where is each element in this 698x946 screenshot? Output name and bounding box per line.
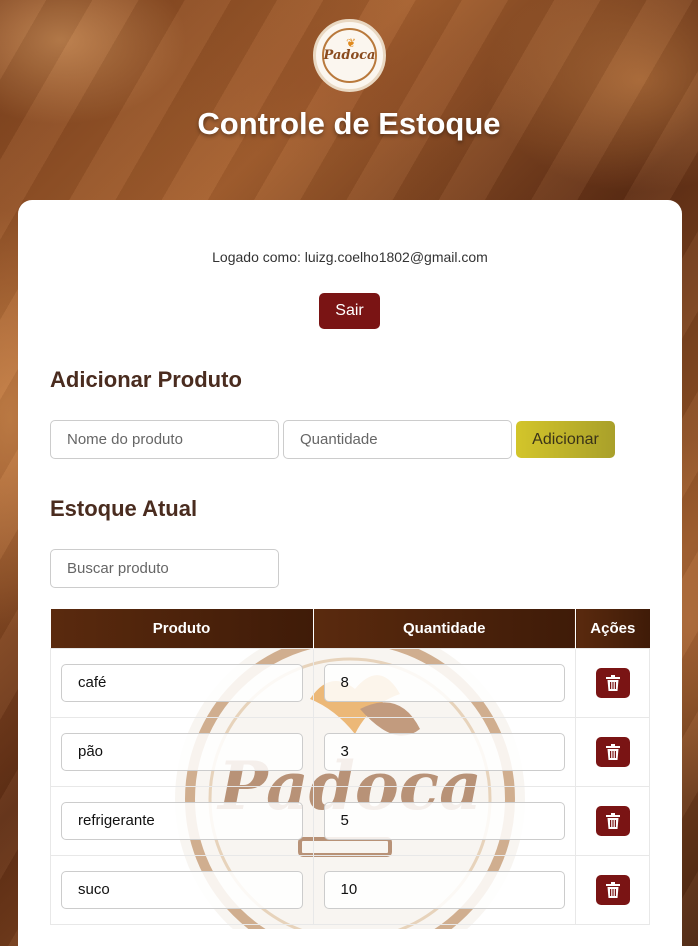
table-row — [50, 647, 650, 718]
product-name-input[interactable] — [50, 420, 279, 459]
product-name-cell-input[interactable] — [61, 801, 303, 840]
product-name-cell-input[interactable] — [61, 732, 303, 771]
inventory-card: Logado como: luizg.coelho1802@gmail.com … — [18, 200, 682, 946]
delete-button[interactable] — [595, 805, 630, 836]
product-quantity-cell-input[interactable] — [323, 801, 566, 840]
table-row — [50, 785, 650, 856]
stock-heading: Estoque Atual — [50, 496, 198, 521]
stock-table: Produto Quantidade Ações — [50, 609, 650, 925]
column-header-product: Produto — [50, 609, 314, 648]
delete-button[interactable] — [595, 874, 630, 905]
product-quantity-cell-input[interactable] — [323, 870, 566, 909]
product-quantity-cell-input[interactable] — [323, 732, 566, 771]
trash-icon — [605, 743, 620, 760]
delete-button[interactable] — [595, 736, 630, 767]
product-name-cell-input[interactable] — [61, 870, 303, 909]
logout-button[interactable]: Sair — [319, 293, 380, 329]
search-input[interactable] — [50, 549, 279, 588]
page-title: Controle de Estoque — [197, 106, 501, 141]
page-header: ❦ Padoca Controle de Estoque — [0, 0, 698, 200]
table-row — [50, 716, 650, 787]
trash-icon — [605, 881, 620, 898]
add-product-button[interactable]: Adicionar — [516, 421, 615, 458]
trash-icon — [605, 812, 620, 829]
delete-button[interactable] — [595, 667, 630, 698]
product-quantity-input[interactable] — [283, 420, 512, 459]
column-header-actions: Ações — [575, 609, 650, 648]
add-product-heading: Adicionar Produto — [50, 367, 242, 392]
logged-in-user: Logado como: luizg.coelho1802@gmail.com — [212, 249, 488, 265]
column-header-quantity: Quantidade — [313, 609, 577, 648]
product-quantity-cell-input[interactable] — [323, 663, 566, 702]
product-name-cell-input[interactable] — [61, 663, 303, 702]
padoca-logo: ❦ Padoca — [313, 19, 386, 92]
table-row — [50, 854, 650, 925]
trash-icon — [605, 674, 620, 691]
stock-table-container: Padoca Produto Quantidade Ações — [50, 609, 650, 929]
